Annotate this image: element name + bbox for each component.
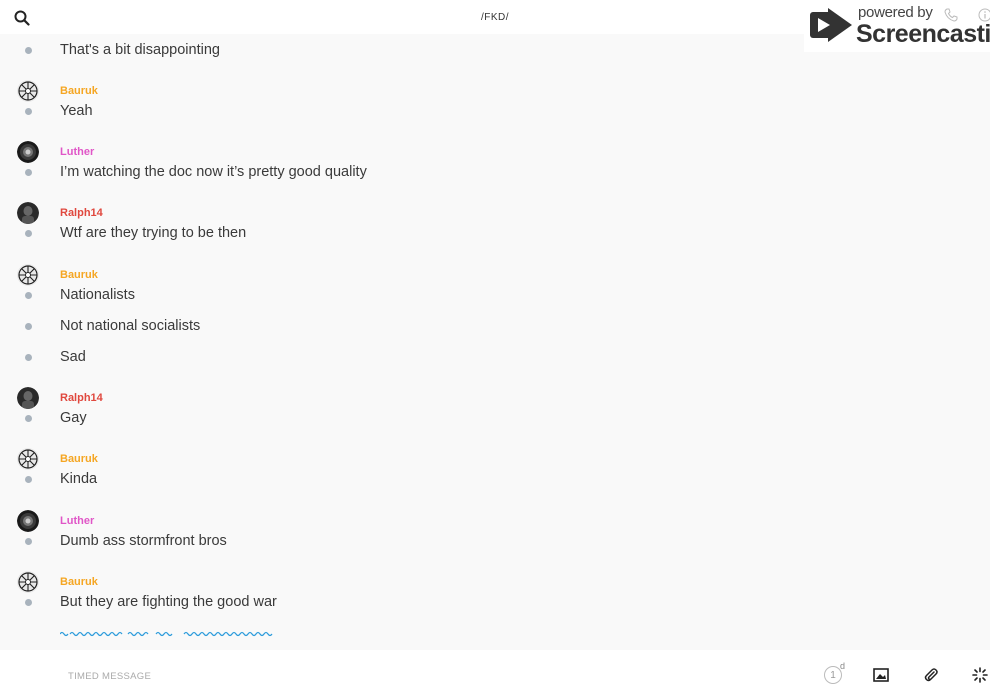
search-button[interactable] <box>12 8 32 28</box>
avatar-ralph14[interactable] <box>17 387 39 409</box>
message-author[interactable]: Luther <box>60 515 94 527</box>
message-text: Wtf are they trying to be then <box>60 225 247 241</box>
message-bullet <box>25 169 32 176</box>
message-bullet <box>25 323 32 330</box>
composer-bar: TIMED MESSAGE 1 d <box>0 650 990 700</box>
avatar-bauruk[interactable] <box>17 571 39 593</box>
message-bullet <box>25 538 32 545</box>
timer-value: 1 <box>830 669 836 681</box>
message-bullet <box>25 47 32 54</box>
message-author[interactable]: Ralph14 <box>60 207 103 219</box>
message-bullet <box>25 415 32 422</box>
message-bullet <box>25 476 32 483</box>
message-text: Yeah <box>60 103 93 119</box>
sparkle-icon <box>972 667 988 683</box>
message-author[interactable]: Bauruk <box>60 269 98 281</box>
message-bullet <box>25 599 32 606</box>
attach-button[interactable] <box>920 664 942 686</box>
message-list[interactable]: That's a bit disappointing Bauruk Yeah L… <box>0 34 990 650</box>
message-author[interactable]: Bauruk <box>60 85 98 97</box>
message-text: Gay <box>60 410 87 426</box>
message-author[interactable]: Luther <box>60 146 94 158</box>
message-text: I’m watching the doc now it’s pretty goo… <box>60 164 367 180</box>
phone-icon[interactable] <box>944 8 958 22</box>
watermark-powered-by: powered by <box>858 4 933 21</box>
message-text: Kinda <box>60 471 98 487</box>
message-bullet <box>25 354 32 361</box>
timer-unit: d <box>840 661 846 671</box>
message-bullet <box>25 230 32 237</box>
message-author[interactable]: Bauruk <box>60 576 98 588</box>
message-text: Nationalists <box>60 287 135 303</box>
message-text: But they are fighting the good war <box>60 594 277 610</box>
message-text: Not national socialists <box>60 318 201 334</box>
search-icon <box>14 10 30 26</box>
scroll-cutoff-squiggle <box>60 631 273 637</box>
info-icon[interactable] <box>978 8 990 22</box>
avatar-bauruk[interactable] <box>17 80 39 102</box>
avatar-luther[interactable] <box>17 510 39 532</box>
message-text: That's a bit disappointing <box>60 42 220 58</box>
image-button[interactable] <box>870 664 892 686</box>
avatar-ralph14[interactable] <box>17 202 39 224</box>
avatar-bauruk[interactable] <box>17 264 39 286</box>
effects-button[interactable] <box>969 664 990 686</box>
avatar-bauruk[interactable] <box>17 448 39 470</box>
message-text: Sad <box>60 349 86 365</box>
message-bullet <box>25 292 32 299</box>
timed-message-input[interactable]: TIMED MESSAGE <box>68 671 151 682</box>
timer-button[interactable]: 1 d <box>822 661 846 686</box>
paperclip-icon <box>924 668 938 682</box>
message-text: Dumb ass stormfront bros <box>60 533 227 549</box>
message-bullet <box>25 108 32 115</box>
message-author[interactable]: Ralph14 <box>60 392 103 404</box>
image-icon <box>873 668 889 682</box>
room-title: /FKD/ <box>480 11 510 23</box>
message-author[interactable]: Bauruk <box>60 453 98 465</box>
avatar-luther[interactable] <box>17 141 39 163</box>
